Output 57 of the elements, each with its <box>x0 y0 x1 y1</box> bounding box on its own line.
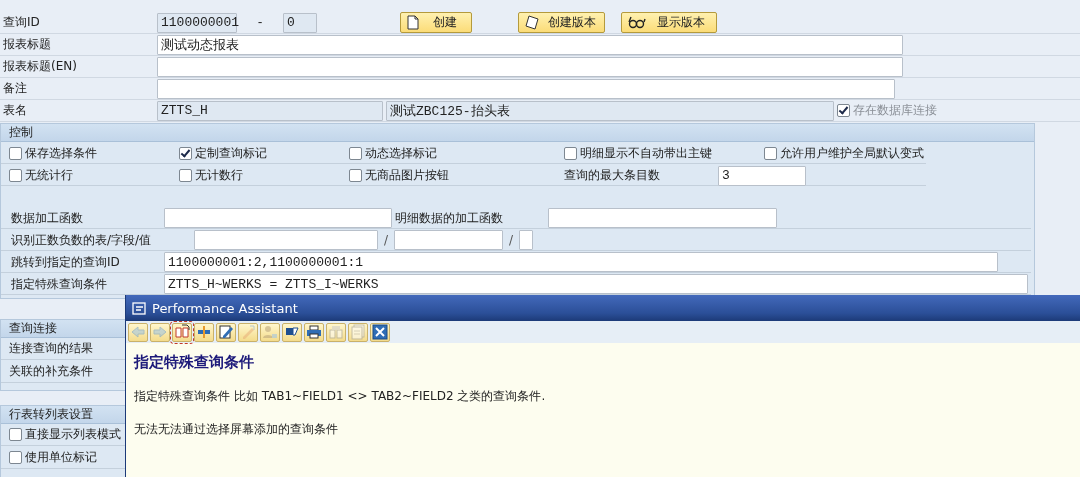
input-field[interactable]: 1100000001:2,1100000001:1 <box>164 252 998 272</box>
checkbox[interactable]: 明细显示不自动带出主键 <box>564 145 764 162</box>
input-field[interactable] <box>157 78 895 99</box>
input-field[interactable] <box>194 230 378 250</box>
query-id-field[interactable]: 1100000001 <box>157 12 237 33</box>
print-icon[interactable] <box>304 322 324 342</box>
document-icon <box>407 15 419 30</box>
field-label: 报表标题 <box>2 36 52 53</box>
help-heading: 指定特殊查询条件 <box>134 353 255 372</box>
field-label: 报表标题(EN) <box>2 58 78 75</box>
checkbox[interactable]: 动态选择标记 <box>349 145 564 162</box>
field-label: 关联的补充条件 <box>9 363 93 380</box>
separator-text: - <box>255 15 265 30</box>
field-label: 明细数据的加工函数 <box>394 209 504 227</box>
input-field[interactable] <box>157 56 903 77</box>
toolbar-button[interactable]: 创建 <box>400 12 472 33</box>
checkbox[interactable]: 无商品图片按钮 <box>349 167 564 184</box>
field-label: 数据加工函数 <box>11 209 84 227</box>
field-label: 表名 <box>2 102 28 119</box>
field-label: 识别正数负数的表/字段/值 <box>11 231 153 249</box>
slash-text: / <box>382 233 389 247</box>
toolbar-button[interactable]: 创建版本 <box>518 12 605 33</box>
checkbox[interactable]: 无计数行 <box>179 167 349 184</box>
checkbox[interactable]: 无统计行 <box>9 167 179 184</box>
close-icon[interactable] <box>370 322 390 342</box>
input-field[interactable]: 测试动态报表 <box>157 34 903 55</box>
field-label: 跳转到指定的查询ID <box>11 253 121 271</box>
input-field[interactable]: 3 <box>718 165 806 186</box>
field-label: 查询ID <box>2 14 41 31</box>
input-field[interactable] <box>394 230 503 250</box>
slash-text: / <box>507 233 514 247</box>
field-label: 指定特殊查询条件 <box>11 275 108 293</box>
checkbox[interactable]: 直接显示列表模式 <box>9 426 121 443</box>
table-name-field[interactable]: ZTTS_H <box>157 100 383 121</box>
panel-header: 控制 <box>1 124 1034 142</box>
version-field[interactable]: 0 <box>283 12 317 33</box>
help-text: 无法无法通过选择屏幕添加的查询条件 <box>134 421 339 438</box>
input-field[interactable] <box>164 208 392 228</box>
input-field[interactable]: ZTTS_H~WERKS = ZTTS_I~WERKS <box>164 274 1028 294</box>
tilted-page-icon <box>525 15 539 30</box>
table-description-field[interactable]: 测试ZBC125-抬头表 <box>386 100 834 121</box>
input-field[interactable] <box>548 208 777 228</box>
checkbox[interactable]: 保存选择条件 <box>9 145 179 162</box>
field-label: 查询的最大条目数 <box>564 167 661 184</box>
checkbox[interactable]: 定制查询标记 <box>179 145 349 162</box>
toolbar-button[interactable]: 显示版本 <box>621 12 717 33</box>
input-field[interactable] <box>519 230 533 250</box>
edit-icon[interactable] <box>216 322 236 342</box>
window-icon <box>132 301 146 315</box>
help-text: 指定特殊查询条件 比如 TAB1~FIELD1 <> TAB2~FIELD2 之类的查询条件. <box>134 388 547 405</box>
book-icon[interactable] <box>172 322 192 342</box>
window-title: Performance Assistant <box>152 300 298 316</box>
checkbox[interactable]: 允许用户维护全局默认变式 <box>764 145 964 162</box>
field-label: 备注 <box>2 80 28 97</box>
glasses-icon <box>628 16 646 29</box>
field-label: 连接查询的结果 <box>9 340 93 357</box>
checkbox[interactable]: 使用单位标记 <box>9 449 97 466</box>
